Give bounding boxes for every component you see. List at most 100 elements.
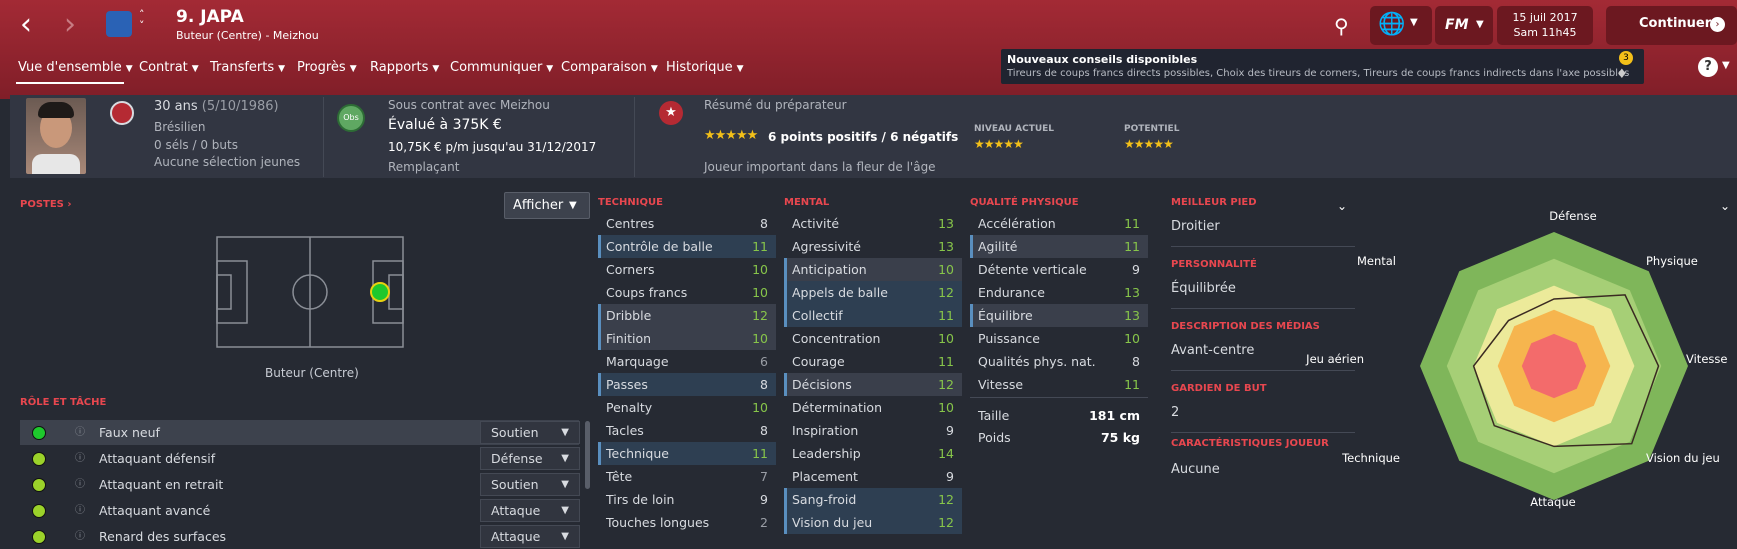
show-dropdown[interactable]: Afficher ▼: [504, 192, 590, 219]
attribute-value: 8: [1132, 354, 1140, 369]
duty-dropdown[interactable]: Attaque ▼: [480, 499, 580, 522]
attribute-row[interactable]: Détente verticale 9: [970, 258, 1148, 281]
attribute-row[interactable]: Endurance 13: [970, 281, 1148, 304]
attribute-row[interactable]: Marquage 6: [598, 350, 776, 373]
attribute-row[interactable]: Activité 13: [784, 212, 962, 235]
notification-banner[interactable]: Nouveaux conseils disponibles Tireurs de…: [1001, 49, 1644, 84]
attribute-row[interactable]: Technique 11: [598, 442, 776, 465]
search-icon[interactable]: ⚲: [1334, 14, 1349, 38]
attribute-row[interactable]: Tacles 8: [598, 419, 776, 442]
attribute-row[interactable]: Corners 10: [598, 258, 776, 281]
role-name: Renard des surfaces: [99, 529, 227, 544]
role-row[interactable]: ⓘ Attaquant défensif Défense ▼: [20, 446, 580, 471]
player-nav-chevrons-icon[interactable]: ˄ ˅: [139, 9, 145, 31]
attribute-value: 10: [752, 262, 768, 277]
fm-menu-button[interactable]: FM ▼: [1435, 6, 1493, 45]
tab-overview[interactable]: Vue d'ensemble ▼: [16, 60, 133, 84]
attribute-row[interactable]: Leadership 14: [784, 442, 962, 465]
info-icon[interactable]: ⓘ: [75, 524, 85, 549]
attribute-row[interactable]: Appels de balle 12: [784, 281, 962, 304]
tab-reports[interactable]: Rapports ▼: [370, 60, 439, 75]
help-chevron-icon[interactable]: ▼: [1722, 60, 1730, 71]
attribute-name: Centres: [606, 216, 655, 231]
roles-scrollbar[interactable]: [585, 421, 590, 489]
scouted-badge-icon: Obs: [337, 104, 365, 132]
attribute-row[interactable]: Collectif 11: [784, 304, 962, 327]
role-row[interactable]: ⓘ Attaquant avancé Attaque ▼: [20, 498, 580, 523]
duty-dropdown[interactable]: Soutien ▼: [480, 421, 580, 444]
attribute-row[interactable]: Équilibre 13: [970, 304, 1148, 327]
role-suitability-icon: [32, 478, 46, 492]
player-subtitle: Buteur (Centre) - Meizhou: [176, 29, 319, 42]
attribute-row[interactable]: Courage 11: [784, 350, 962, 373]
tab-progress[interactable]: Progrès ▼: [297, 60, 357, 75]
tab-contract[interactable]: Contrat ▼: [139, 60, 199, 75]
attribute-row[interactable]: Sang-froid 12: [784, 488, 962, 511]
position-name: Buteur (Centre): [265, 366, 359, 380]
help-icon[interactable]: ?: [1698, 57, 1718, 77]
attribute-name: Courage: [792, 354, 845, 369]
positions-link[interactable]: POSTES ›: [20, 199, 72, 210]
attribute-row[interactable]: Placement 9: [784, 465, 962, 488]
attribute-row[interactable]: Coups francs 10: [598, 281, 776, 304]
globe-button[interactable]: 🌐 ▼: [1370, 6, 1432, 45]
personality-label: PERSONNALITÉ: [1171, 259, 1257, 270]
role-row[interactable]: ⓘ Attaquant en retrait Soutien ▼: [20, 472, 580, 497]
attribute-row[interactable]: Concentration 10: [784, 327, 962, 350]
current-level-label: NIVEAU ACTUEL: [974, 124, 1055, 134]
notification-title: Nouveaux conseils disponibles: [1007, 53, 1198, 66]
attribute-row[interactable]: Accélération 11: [970, 212, 1148, 235]
technique-attributes: Centres 8 Contrôle de balle 11 Corners 10 Coup…: [598, 212, 776, 534]
attribute-row[interactable]: Agilité 11: [970, 235, 1148, 258]
info-icon[interactable]: ⓘ: [75, 420, 85, 445]
info-icon[interactable]: ⓘ: [75, 446, 85, 471]
current-level-stars: ★★★★★: [974, 137, 1024, 151]
continue-button[interactable]: Continuer ›: [1606, 6, 1737, 45]
role-row[interactable]: ⓘ Renard des surfaces Attaque ▼: [20, 524, 580, 549]
attribute-row[interactable]: Agressivité 13: [784, 235, 962, 258]
attribute-row[interactable]: Finition 10: [598, 327, 776, 350]
forward-arrow-icon[interactable]: ›: [64, 10, 76, 40]
tab-history[interactable]: Historique ▼: [666, 60, 744, 75]
potential-stars: ★★★★★: [1124, 137, 1174, 151]
info-icon[interactable]: ⓘ: [75, 472, 85, 497]
tab-communicate[interactable]: Communiquer ▼: [450, 60, 553, 75]
technique-title: TECHNIQUE: [598, 197, 663, 208]
back-arrow-icon[interactable]: ‹: [20, 10, 32, 40]
attribute-name: Puissance: [978, 331, 1040, 346]
attribute-row[interactable]: Anticipation 10: [784, 258, 962, 281]
attribute-row[interactable]: Qualités phys. nat. 8: [970, 350, 1148, 373]
attribute-row[interactable]: Tirs de loin 9: [598, 488, 776, 511]
duty-dropdown[interactable]: Attaque ▼: [480, 525, 580, 548]
role-row[interactable]: ⓘ Faux neuf Soutien ▼: [20, 420, 580, 445]
date-display[interactable]: 15 juil 2017 Sam 11h45: [1497, 6, 1593, 45]
attribute-row[interactable]: Vision du jeu 12: [784, 511, 962, 534]
attribute-row[interactable]: Puissance 10: [970, 327, 1148, 350]
attribute-name: Sang-froid: [792, 492, 857, 507]
attribute-row[interactable]: Dribble 12: [598, 304, 776, 327]
attribute-row[interactable]: Vitesse 11: [970, 373, 1148, 396]
duty-dropdown[interactable]: Défense ▼: [480, 447, 580, 470]
attribute-row[interactable]: Passes 8: [598, 373, 776, 396]
spider-axis-label: Défense: [1549, 209, 1597, 223]
attribute-row[interactable]: Penalty 10: [598, 396, 776, 419]
attribute-row[interactable]: Tête 7: [598, 465, 776, 488]
attribute-row[interactable]: Centres 8: [598, 212, 776, 235]
info-icon[interactable]: ⓘ: [75, 498, 85, 523]
attribute-name: Qualités phys. nat.: [978, 354, 1096, 369]
attribute-row[interactable]: Inspiration 9: [784, 419, 962, 442]
physical-attributes: Accélération 11 Agilité 11 Détente verticale…: [970, 212, 1148, 396]
attribute-row[interactable]: Contrôle de balle 11: [598, 235, 776, 258]
attribute-row[interactable]: Décisions 12: [784, 373, 962, 396]
attribute-row[interactable]: Touches longues 2: [598, 511, 776, 534]
fm-logo: FM: [1445, 17, 1469, 33]
tab-transfers[interactable]: Transferts ▼: [210, 60, 285, 75]
tab-comparison[interactable]: Comparaison ▼: [561, 60, 658, 75]
attribute-row[interactable]: Détermination 10: [784, 396, 962, 419]
duty-label: Attaque: [491, 503, 541, 518]
player-photo: [26, 98, 86, 174]
attribute-name: Penalty: [606, 400, 653, 415]
attribute-value: 10: [938, 331, 954, 346]
duty-dropdown[interactable]: Soutien ▼: [480, 473, 580, 496]
details-chevron-icon[interactable]: ⌄: [1337, 199, 1347, 213]
